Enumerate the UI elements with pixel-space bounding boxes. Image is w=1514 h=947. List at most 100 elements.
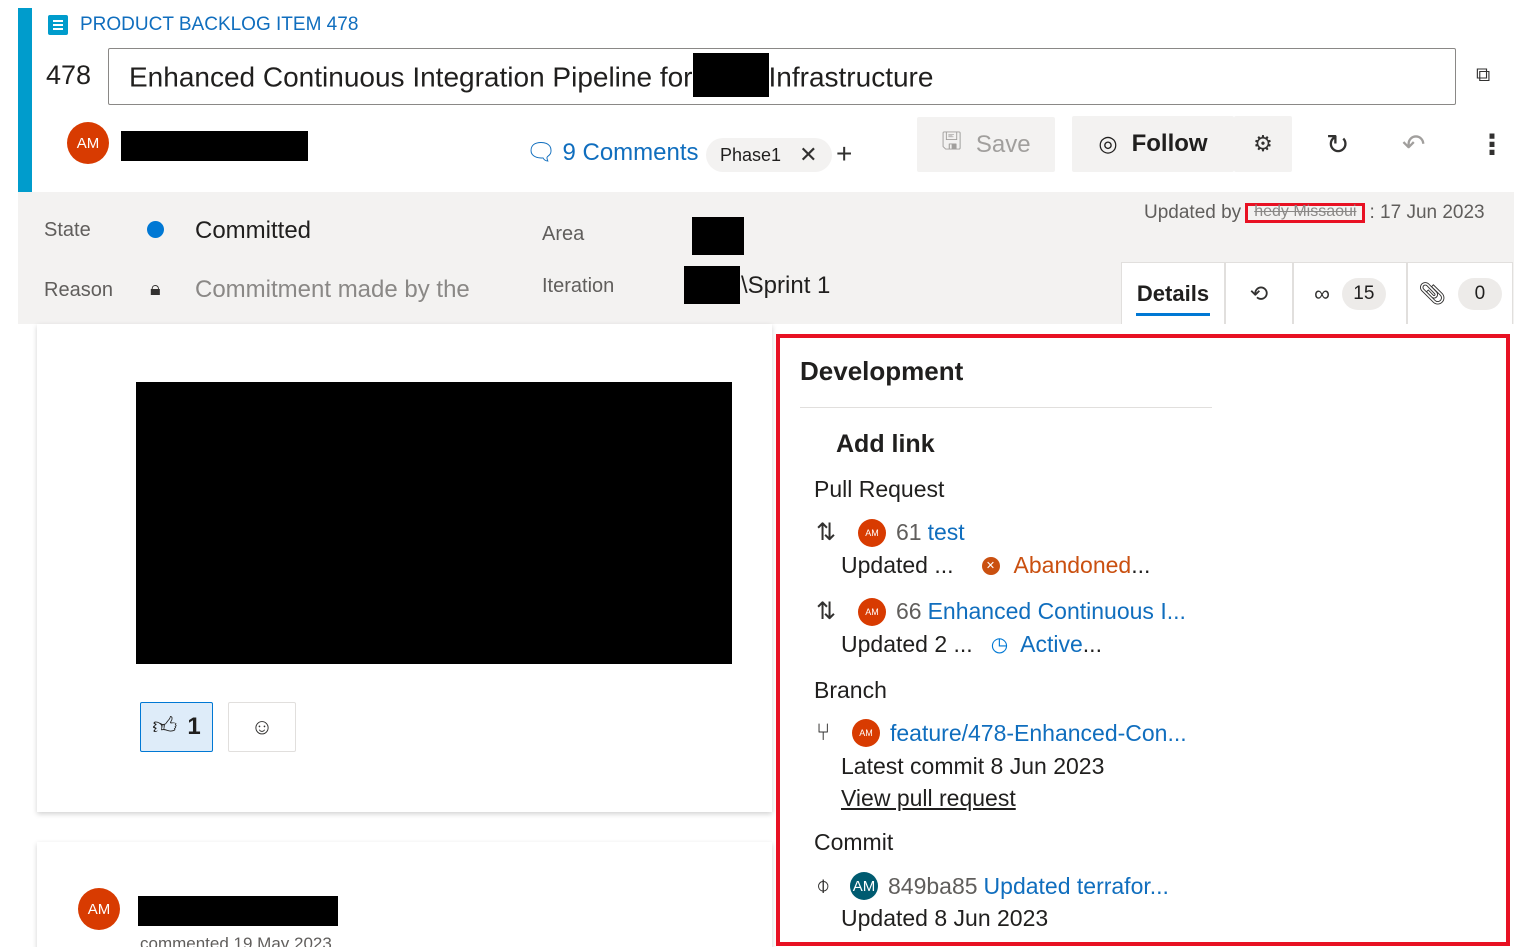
save-label: Save [975,130,1031,158]
copy-icon[interactable]: ⧉ [1476,64,1498,86]
reason-label: Reason [44,279,113,301]
settings-button[interactable]: ⚙ [1234,116,1292,172]
backlog-item-icon [48,15,68,35]
title-text-part2: Infrastructure [768,61,934,93]
follow-label: Follow [1131,130,1208,157]
view-pull-request-link[interactable]: View pull request [841,785,1016,812]
commit-icon: ⌽ [816,872,831,899]
updated-by-prefix: Updated by [1144,202,1242,223]
save-button[interactable]: 🖫︎ Save [917,117,1055,172]
redacted-block [692,53,769,97]
branch-avatar: AM [852,719,880,747]
clock-icon: ◷ [990,634,1009,656]
state-indicator [147,221,164,238]
add-emoji-icon: ☺ [250,714,274,739]
pr-avatar: AM [858,518,886,547]
refresh-icon[interactable]: ↻ [1326,128,1349,161]
title-field[interactable]: Enhanced Continuous Integration Pipeline… [108,48,1456,105]
work-item-type-text: PRODUCT BACKLOG ITEM 478 [80,14,359,35]
updated-by-date: : 17 Jun 2023 [1369,202,1485,223]
iteration-field[interactable]: \Sprint 1 [741,272,830,300]
commit-link[interactable]: Updated terrafor... [984,873,1169,900]
add-link-button[interactable]: Add link [836,430,935,459]
link-icon: ∞ [1314,280,1330,306]
more-actions-icon[interactable]: ⋮ [1478,128,1506,161]
redacted-area[interactable] [692,217,744,255]
assigned-avatar[interactable]: AM [67,122,109,164]
pr-updated: Updated 2 ... [841,631,973,657]
pr-status-ellipsis: ... [1082,631,1102,657]
add-reaction-button[interactable]: ☺ [228,702,296,752]
work-item-id: 478 [46,60,92,90]
pr-number: 66 [896,598,922,624]
redacted-image [136,382,732,664]
state-label: State [44,219,91,241]
pull-request-icon: ⇅ [816,598,837,625]
pr-link[interactable]: Enhanced Continuous I... [928,598,1186,625]
pr-status-ellipsis: ... [1131,552,1151,578]
pr-status-row: Updated 2 ... ◷ Active ... [841,631,1102,658]
attachments-count: 0 [1457,277,1502,310]
comment-card [37,842,772,947]
commit-section-title: Commit [814,829,894,855]
comment-meta: commented 19 May 2023 [140,934,332,947]
redacted-commenter-name [138,896,338,926]
eye-icon: ◎ [1098,131,1118,156]
commit-avatar: AM [850,872,878,900]
branch-latest-commit: Latest commit 8 Jun 2023 [841,753,1105,779]
pr-link[interactable]: test [928,519,965,546]
tab-details[interactable]: Details [1121,262,1225,324]
pull-request-section-title: Pull Request [814,476,945,502]
branch-icon: ⑂ [816,719,831,746]
pr-status: Abandoned [1013,552,1132,578]
comment-icon: 🗨︎ [526,139,557,166]
history-icon: ⟲ [1249,280,1269,306]
save-icon: 🖫︎ [941,128,962,155]
tab-history[interactable]: ⟲ [1225,262,1293,324]
area-label: Area [542,223,585,245]
branch-item: ⑂ AM feature/478-Enhanced-Con... [816,719,1187,747]
pull-request-icon: ⇅ [816,519,837,546]
pr-status-row: Updated ... ✕ Abandoned ... [841,552,1150,579]
like-count: 1 [187,713,201,740]
pr-status: Active [1020,631,1083,657]
pr-avatar: AM [858,597,886,626]
development-title: Development [800,356,964,386]
pr-number: 61 [896,519,922,545]
updated-by: Updated by hedy Missaoui : 17 Jun 2023 [1144,202,1485,224]
tab-links[interactable]: ∞ 15 [1293,262,1407,324]
commit-hash: 849ba85 [888,872,978,899]
updated-by-name[interactable]: hedy Missaoui [1245,203,1366,223]
branch-section-title: Branch [814,677,887,703]
divider [800,407,1212,408]
comment-avatar[interactable]: AM [78,888,120,930]
redacted-iteration [684,266,740,304]
like-reaction-button[interactable]: 👍︎ 1 [140,702,213,752]
add-tag-icon[interactable]: + [836,138,852,170]
title-text-part1: Enhanced Continuous Integration Pipeline… [129,61,693,93]
work-item-type-label: PRODUCT BACKLOG ITEM 478 [48,14,358,36]
comments-link[interactable]: 🗨︎ 9 Comments [526,138,699,167]
branch-link[interactable]: feature/478-Enhanced-Con... [890,720,1187,747]
tag-phase1[interactable]: Phase1 ✕ [706,138,832,172]
redacted-assignee-name [121,131,308,161]
tab-attachments[interactable]: 📎︎ 0 [1407,262,1513,324]
work-item-tabs: Details ⟲ ∞ 15 📎︎ 0 [1121,262,1513,324]
commit-updated: Updated 8 Jun 2023 [841,905,1049,931]
lock-icon: 🔒︎ [150,278,161,300]
follow-button[interactable]: ◎ Follow [1072,116,1234,172]
abandoned-icon: ✕ [981,556,1000,575]
commit-item: ⌽ AM 849ba85 Updated terrafor... [816,872,1169,900]
gear-icon: ⚙ [1253,131,1273,156]
thumbs-up-icon: 👍︎ [152,713,178,740]
close-icon[interactable]: ✕ [799,142,817,168]
comments-label: 9 Comments [562,138,699,166]
iteration-label: Iteration [542,275,615,297]
reason-field: Commitment made by the [195,276,470,303]
pull-request-item: ⇅ AM 61 test [816,518,965,547]
tag-label: Phase1 [720,144,782,165]
undo-icon[interactable]: ↶ [1402,128,1425,161]
links-count: 15 [1341,277,1386,310]
pr-updated: Updated ... [841,552,954,578]
state-field[interactable]: Committed [195,217,311,245]
